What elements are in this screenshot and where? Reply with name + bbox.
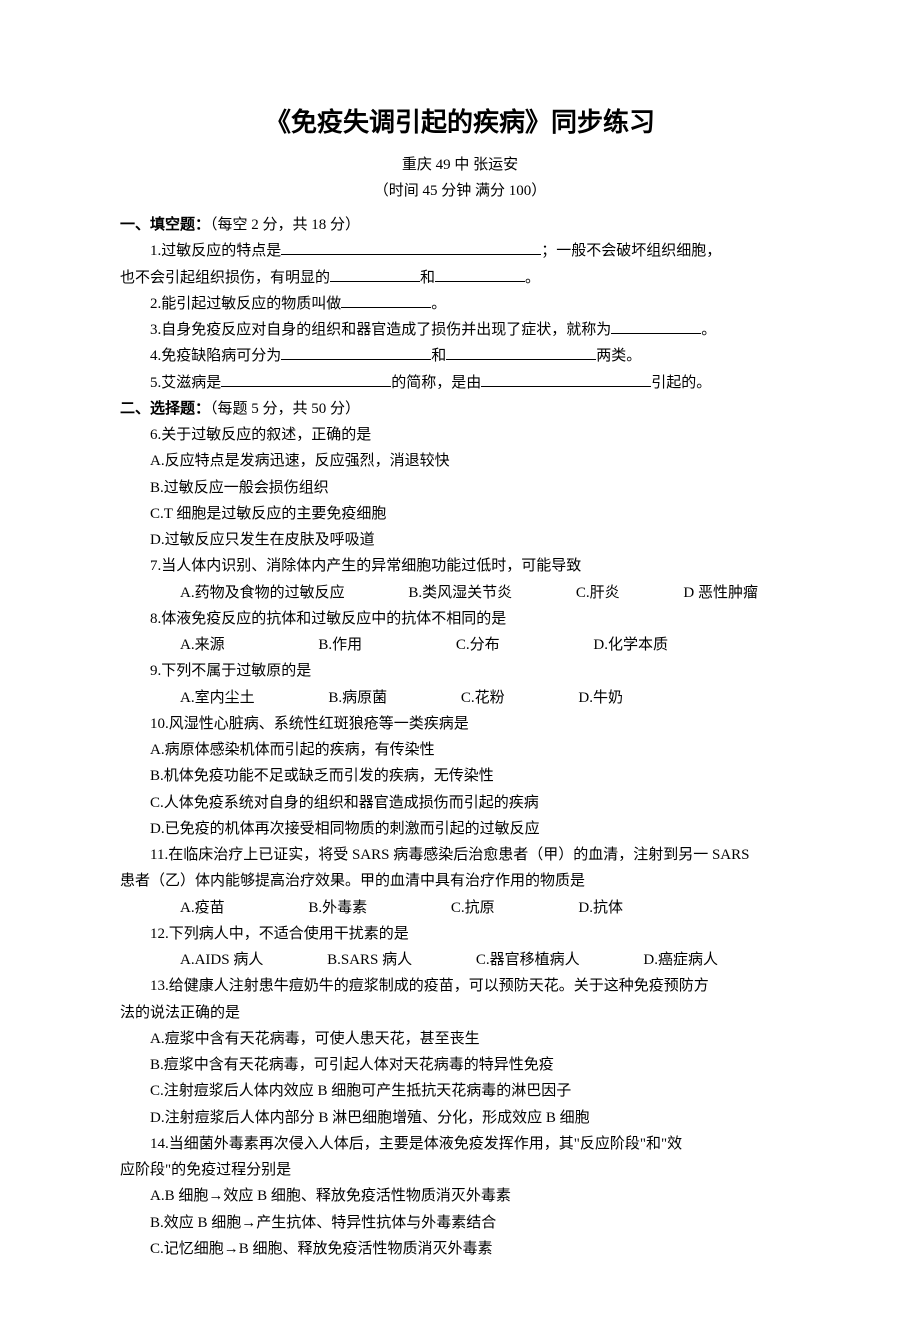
q9-opt-a: A.室内尘土 [150, 685, 255, 711]
q13-opt-c: C.注射痘浆后人体内效应 B 细胞可产生抵抗天花病毒的淋巴因子 [120, 1078, 800, 1104]
q12-opt-d: D.癌症病人 [613, 947, 718, 973]
blank [611, 318, 701, 334]
q2-text-a: 2.能引起过敏反应的物质叫做 [150, 296, 341, 312]
q11-opt-c: C.抗原 [421, 895, 495, 921]
q9-opt-b: B.病原菌 [298, 685, 387, 711]
q13-stem-line2: 法的说法正确的是 [120, 1000, 800, 1026]
q11-options: A.疫苗 B.外毒素 C.抗原 D.抗体 [120, 895, 800, 921]
blank [435, 266, 525, 282]
q12-opt-a: A.AIDS 病人 [150, 947, 263, 973]
q6-opt-a: A.反应特点是发病迅速，反应强烈，消退较快 [120, 448, 800, 474]
q1-text-e: 。 [525, 270, 540, 286]
q14-opt-b: B.效应 B 细胞→产生抗体、特异性抗体与外毒素结合 [120, 1210, 800, 1236]
q8-stem: 8.体液免疫反应的抗体和过敏反应中的抗体不相同的是 [120, 606, 800, 632]
q6-stem: 6.关于过敏反应的叙述，正确的是 [120, 422, 800, 448]
q5-text-a: 5.艾滋病是 [150, 375, 221, 391]
q6-opt-c: C.T 细胞是过敏反应的主要免疫细胞 [120, 501, 800, 527]
q11-opt-b: B.外毒素 [278, 895, 367, 921]
q2: 2.能引起过敏反应的物质叫做 。 [120, 291, 800, 317]
q4: 4.免疫缺陷病可分为 和 两类。 [120, 343, 800, 369]
blank [446, 344, 596, 360]
q10-opt-d: D.已免疫的机体再次接受相同物质的刺激而引起的过敏反应 [120, 816, 800, 842]
q13-opt-d: D.注射痘浆后人体内部分 B 淋巴细胞增殖、分化，形成效应 B 细胞 [120, 1105, 800, 1131]
q3-text-b: 。 [701, 322, 716, 338]
blank [281, 239, 541, 255]
q1-text-a: 1.过敏反应的特点是 [150, 243, 281, 259]
q13-opt-a: A.痘浆中含有天花病毒，可使人患天花，甚至丧生 [120, 1026, 800, 1052]
q6-opt-d: D.过敏反应只发生在皮肤及呼吸道 [120, 527, 800, 553]
q12-opt-b: B.SARS 病人 [297, 947, 412, 973]
q7-opt-a: A.药物及食物的过敏反应 [150, 580, 345, 606]
q4-text-b: 和 [431, 348, 446, 364]
q14-stem-line2: 应阶段"的免疫过程分别是 [120, 1157, 800, 1183]
q8-opt-a: A.来源 [150, 632, 225, 658]
q3-text-a: 3.自身免疫反应对自身的组织和器官造成了损伤并出现了症状，就称为 [150, 322, 611, 338]
q12-opt-c: C.器官移植病人 [446, 947, 580, 973]
q7-stem: 7.当人体内识别、消除体内产生的异常细胞功能过低时，可能导致 [120, 553, 800, 579]
q3: 3.自身免疫反应对自身的组织和器官造成了损伤并出现了症状，就称为 。 [120, 317, 800, 343]
q1-text-c: 也不会引起组织损伤，有明显的 [120, 270, 330, 286]
section-2-header: 二、选择题： [120, 401, 210, 417]
section-2: 二、选择题：（每题 5 分，共 50 分） [120, 396, 800, 422]
q1-text-d: 和 [420, 270, 435, 286]
page-title: 《免疫失调引起的疾病》同步练习 [120, 100, 800, 146]
q14-opt-c: C.记忆细胞→B 细胞、释放免疫活性物质消灭外毒素 [120, 1236, 800, 1262]
q5-text-c: 引起的。 [651, 375, 711, 391]
q9-opt-c: C.花粉 [431, 685, 505, 711]
q10-opt-c: C.人体免疫系统对自身的组织和器官造成损伤而引起的疾病 [120, 790, 800, 816]
q6-opt-b: B.过敏反应一般会损伤组织 [120, 475, 800, 501]
q7-options: A.药物及食物的过敏反应 B.类风湿关节炎 C.肝炎 D 恶性肿瘤 [120, 580, 800, 606]
q2-text-b: 。 [431, 296, 446, 312]
section-1-note: （每空 2 分，共 18 分） [210, 217, 360, 233]
q1-line1: 1.过敏反应的特点是 ；一般不会破坏组织细胞， [120, 238, 800, 264]
q12-stem: 12.下列病人中，不适合使用干扰素的是 [120, 921, 800, 947]
q12-options: A.AIDS 病人 B.SARS 病人 C.器官移植病人 D.癌症病人 [120, 947, 800, 973]
q5-text-b: 的简称，是由 [391, 375, 481, 391]
q10-opt-b: B.机体免疫功能不足或缺乏而引发的疾病，无传染性 [120, 763, 800, 789]
q1-text-b: ；一般不会破坏组织细胞， [541, 243, 721, 259]
q13-opt-b: B.痘浆中含有天花病毒，可引起人体对天花病毒的特异性免疫 [120, 1052, 800, 1078]
q4-text-a: 4.免疫缺陷病可分为 [150, 348, 281, 364]
blank [221, 371, 391, 387]
section-1: 一、填空题：（每空 2 分，共 18 分） [120, 212, 800, 238]
q9-stem: 9.下列不属于过敏原的是 [120, 658, 800, 684]
q4-text-c: 两类。 [596, 348, 641, 364]
section-1-header: 一、填空题： [120, 217, 210, 233]
blank [341, 292, 431, 308]
q7-opt-b: B.类风湿关节炎 [378, 580, 512, 606]
blank [281, 344, 431, 360]
q1-line2: 也不会引起组织损伤，有明显的 和 。 [120, 265, 800, 291]
q13-stem-line1: 13.给健康人注射患牛痘奶牛的痘浆制成的疫苗，可以预防天花。关于这种免疫预防方 [120, 973, 800, 999]
blank [481, 371, 651, 387]
q8-opt-b: B.作用 [288, 632, 362, 658]
q8-opt-c: C.分布 [426, 632, 500, 658]
q9-options: A.室内尘土 B.病原菌 C.花粉 D.牛奶 [120, 685, 800, 711]
q10-stem: 10.风湿性心脏病、系统性红斑狼疮等一类疾病是 [120, 711, 800, 737]
q14-opt-a: A.B 细胞→效应 B 细胞、释放免疫活性物质消灭外毒素 [120, 1183, 800, 1209]
q11-stem-line1: 11.在临床治疗上已证实，将受 SARS 病毒感染后治愈患者（甲）的血清，注射到… [120, 842, 800, 868]
q11-opt-a: A.疫苗 [150, 895, 225, 921]
q8-opt-d: D.化学本质 [563, 632, 668, 658]
q9-opt-d: D.牛奶 [548, 685, 623, 711]
q10-opt-a: A.病原体感染机体而引起的疾病，有传染性 [120, 737, 800, 763]
q7-opt-d: D 恶性肿瘤 [653, 580, 758, 606]
section-2-note: （每题 5 分，共 50 分） [210, 401, 360, 417]
q11-stem-line2: 患者（乙）体内能够提高治疗效果。甲的血清中具有治疗作用的物质是 [120, 868, 800, 894]
q11-opt-d: D.抗体 [548, 895, 623, 921]
blank [330, 266, 420, 282]
q5: 5.艾滋病是 的简称，是由 引起的。 [120, 370, 800, 396]
q14-stem-line1: 14.当细菌外毒素再次侵入人体后，主要是体液免疫发挥作用，其"反应阶段"和"效 [120, 1131, 800, 1157]
page-meta: （时间 45 分钟 满分 100） [120, 178, 800, 204]
page-subtitle: 重庆 49 中 张运安 [120, 152, 800, 178]
q7-opt-c: C.肝炎 [546, 580, 620, 606]
q8-options: A.来源 B.作用 C.分布 D.化学本质 [120, 632, 800, 658]
